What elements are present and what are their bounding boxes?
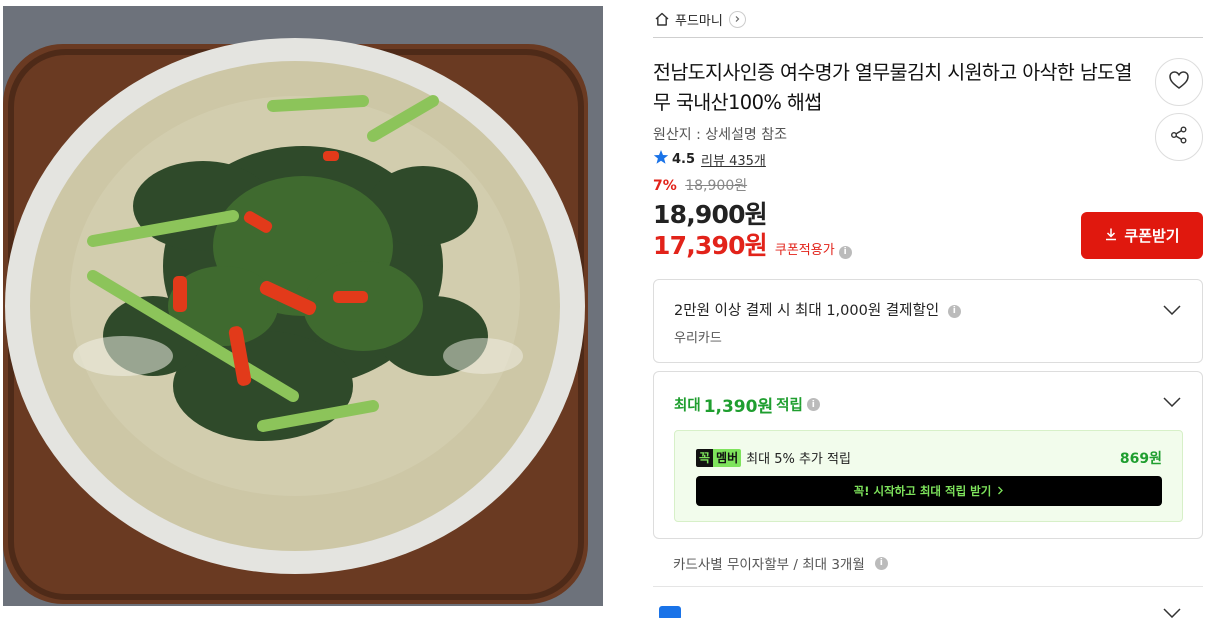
get-coupon-label: 쿠폰받기 — [1124, 227, 1180, 245]
heart-icon — [1168, 70, 1190, 94]
get-coupon-button[interactable]: 쿠폰받기 — [1081, 212, 1203, 259]
installment-info: 카드사별 무이자할부 / 최대 3개월 i — [673, 553, 888, 573]
member-benefit-text: 최대 5% 추가 적립 — [746, 452, 851, 467]
divider — [653, 37, 1203, 38]
coupon-price: 17,390원 — [653, 231, 768, 260]
info-icon[interactable]: i — [874, 556, 888, 570]
chevron-down-icon[interactable] — [1162, 392, 1182, 412]
points-prefix: 최대 — [674, 398, 701, 414]
member-benefit-row: 꼭 멤버 최대 5% 추가 적립 — [696, 448, 851, 467]
home-icon — [653, 10, 671, 28]
points-card: 최대 1,390원 적립 i 꼭 멤버 최대 5% 추가 적립 869원 꼭! … — [653, 371, 1203, 539]
next-section-peek — [659, 606, 681, 618]
rating-score: 4.5 — [672, 151, 696, 167]
review-count-link[interactable]: 리뷰 435개 — [701, 150, 766, 169]
member-join-button[interactable]: 꼭! 시작하고 최대 적립 받기 — [696, 476, 1162, 506]
seller-breadcrumb[interactable]: 푸드마니 — [653, 8, 746, 30]
member-badge: 꼭 멤버 — [696, 448, 742, 467]
chevron-right-icon — [997, 484, 1004, 498]
payment-discount-card[interactable]: 2만원 이상 결제 시 최대 1,000원 결제할인 i 우리카드 — [653, 279, 1203, 363]
divider — [653, 586, 1203, 587]
share-button[interactable] — [1155, 113, 1203, 161]
member-badge-left: 꼭 — [696, 448, 714, 467]
download-icon — [1104, 227, 1118, 245]
info-icon[interactable]: i — [838, 245, 852, 259]
seller-name[interactable]: 푸드마니 — [675, 10, 723, 29]
points-title: 최대 1,390원 적립 i — [674, 392, 820, 417]
product-title: 전남도지사인증 여수명가 열무물김치 시원하고 아삭한 남도열무 국내산100%… — [653, 61, 1132, 114]
coupon-price-row: 17,390원 쿠폰적용가 i — [653, 226, 852, 262]
product-image[interactable] — [3, 6, 603, 606]
partial-badge-icon — [659, 606, 681, 618]
chevron-right-icon[interactable] — [728, 10, 746, 28]
info-icon[interactable]: i — [947, 304, 961, 318]
original-price: 18,900원 — [685, 178, 748, 194]
product-origin: 원산지 : 상세설명 참조 — [653, 127, 787, 143]
coupon-price-label: 쿠폰적용가 — [774, 243, 835, 258]
product-info-panel: 푸드마니 전남도지사인증 여수명가 열무물김치 시원하고 아삭한 남도열무 국내… — [653, 0, 1203, 618]
points-suffix: 적립 — [776, 398, 803, 414]
chevron-down-icon[interactable] — [1163, 603, 1181, 618]
member-benefit-box: 꼭 멤버 최대 5% 추가 적립 869원 꼭! 시작하고 최대 적립 받기 — [674, 430, 1183, 522]
member-benefit-amount: 869원 — [1119, 451, 1162, 467]
discount-row: 7% 18,900원 — [653, 175, 747, 195]
payment-discount-text: 2만원 이상 결제 시 최대 1,000원 결제할인 — [674, 303, 940, 319]
member-badge-right: 멤버 — [713, 448, 742, 467]
share-icon — [1169, 125, 1189, 149]
wishlist-button[interactable] — [1155, 58, 1203, 106]
points-amount: 1,390원 — [703, 397, 774, 417]
discount-rate: 7% — [653, 178, 677, 194]
member-join-label: 꼭! 시작하고 최대 적립 받기 — [853, 484, 992, 498]
installment-text: 카드사별 무이자할부 / 최대 3개월 — [673, 557, 865, 573]
rating-row[interactable]: 4.5 리뷰 435개 — [653, 149, 766, 169]
payment-discount-card-name: 우리카드 — [674, 331, 722, 346]
product-photo-illustration — [3, 6, 603, 606]
chevron-down-icon[interactable] — [1162, 300, 1182, 320]
payment-discount-title: 2만원 이상 결제 시 최대 1,000원 결제할인 i — [674, 299, 961, 320]
star-icon — [653, 149, 669, 169]
info-icon[interactable]: i — [806, 398, 820, 411]
